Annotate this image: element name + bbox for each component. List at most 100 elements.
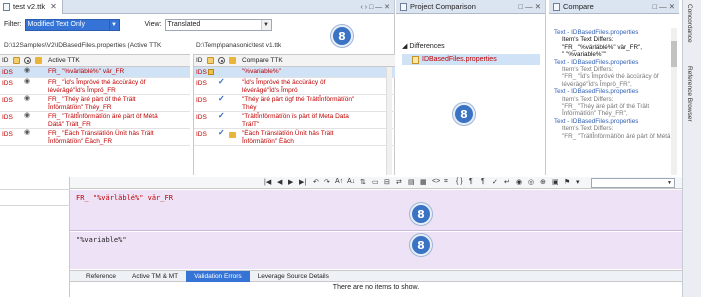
compare-result-text: "FR_ "TrältÎnförmätïön äré pärt öf Métä	[562, 132, 671, 140]
row-text: FR_ "TrältÎnförmätïön äré pärt öf Métä	[48, 113, 158, 120]
eye-options-icon[interactable]: ◎	[528, 178, 534, 186]
filter-icon[interactable]: ▾	[576, 178, 580, 186]
panel-controls[interactable]: □ — ✕	[519, 2, 545, 11]
tab-leverage-source-details[interactable]: Leverage Source Details	[250, 271, 337, 282]
format-icon[interactable]: ▤	[408, 178, 415, 186]
case-icon[interactable]: ⇅	[360, 178, 366, 186]
panel-controls[interactable]: □ — ✕	[653, 2, 679, 11]
eye-icon: ◉	[24, 78, 31, 85]
font-size-up-icon[interactable]: A↑	[335, 178, 343, 185]
compare-ttk-grid: ID Compare TTK IDS "%variable%" IDS ✓ "Ïd's …	[193, 54, 395, 175]
table-row[interactable]: IDS ◉ FR_ "Théy äré pärt öf thé Trält Înför…	[0, 95, 190, 112]
tab-active-tm-mt[interactable]: Active TM & MT	[124, 271, 186, 282]
row-id: IDS	[2, 69, 13, 76]
filter-dropdown[interactable]: Modified Text Only ▼	[24, 18, 120, 31]
table-row[interactable]: IDS ✓ "Théy äré pärt ögf thé TrältÎnförmät…	[194, 95, 395, 112]
divider	[0, 189, 70, 190]
row-text: FR_ "Théy äré pärt öf thé Trält	[48, 96, 136, 103]
compare-results-list: Text - IDBasedFiles.properties Item's Tex…	[552, 29, 671, 140]
next-segment-icon[interactable]: ▶	[288, 178, 293, 186]
font-size-down-icon[interactable]: A↓	[347, 178, 355, 185]
row-text: lévérägé"Ïd's Împrö_FR	[48, 87, 116, 94]
first-segment-icon[interactable]: |◀	[264, 178, 271, 186]
tab-reference[interactable]: Reference	[78, 271, 124, 282]
compare-result-link[interactable]: Text - IDBasedFiles.properties	[554, 59, 670, 66]
brackets-icon[interactable]: { }	[456, 178, 463, 185]
eye-icon: ◉	[24, 67, 31, 74]
tab-concordance[interactable]: Concordance	[686, 4, 693, 43]
table-row[interactable]: IDS ◉ FR_ "%värläblé%" vär_FR	[0, 67, 190, 78]
row-text: FR_ "%värläblé%" vär_FR	[48, 68, 125, 75]
row-id: IDS	[2, 97, 13, 104]
table-row[interactable]: IDS ◉ FR_ "Ïd's Împrövé thé äccüräcy öf lév…	[0, 78, 190, 95]
check-icon: ✓	[218, 111, 225, 120]
eye-icon: ◉	[24, 95, 31, 102]
compare-result-link[interactable]: Text - IDBasedFiles.properties	[554, 118, 670, 125]
toggle-icon[interactable]: ⇄	[396, 178, 402, 186]
triangle-down-icon: ◢	[402, 43, 408, 50]
table-row[interactable]: IDS ◉ FR_ "TrältÎnförmätïön äré pärt öf Mé…	[0, 112, 190, 129]
previous-segment-icon[interactable]: ◀	[277, 178, 282, 186]
panel-window-controls[interactable]: ‹ › □ — ✕	[360, 3, 394, 11]
compare-scroll-thumb[interactable]	[671, 41, 677, 67]
table-row[interactable]: IDS ✓ "TrältÎnförmätïön ïs pärt öf Meta Da…	[194, 112, 395, 129]
code-icon[interactable]: ⌗	[444, 178, 448, 186]
layout-icon[interactable]: ▭	[372, 178, 379, 186]
grid-header: ID Active TTK	[0, 55, 190, 67]
source-editor[interactable]: FR_ "%värläblé%" vär_FR	[70, 190, 682, 231]
tags-icon[interactable]: <>	[432, 178, 440, 185]
undo-icon[interactable]: ↶	[313, 178, 319, 186]
tab-test-v2[interactable]: test v2.ttk ✕	[0, 0, 63, 14]
redo-icon[interactable]: ↷	[324, 178, 330, 186]
row-id: IDS	[2, 80, 13, 87]
merge-icon[interactable]: ⊕	[540, 178, 546, 186]
left-row-list: IDS ◉ FR_ "%värläblé%" vär_FR IDS ◉ FR_ "Ïd's…	[0, 67, 190, 146]
compare-ttk-column-header[interactable]: Compare TTK	[242, 57, 283, 64]
id-column-header[interactable]: ID	[2, 57, 9, 64]
table-row[interactable]: IDS ◉ FR_ "Ëäch Tränslätïön Ünït häs Trält…	[0, 129, 190, 146]
compare-result-text: "FR_ "%värläblé%" vär_FR",	[562, 43, 642, 51]
flag-icon[interactable]: ⚑	[564, 178, 570, 186]
tab-validation-errors[interactable]: Validation Errors	[186, 270, 250, 282]
row-id: IDS	[196, 80, 207, 87]
columns-icon[interactable]: ▦	[420, 178, 427, 186]
compare-title: Compare	[563, 2, 594, 11]
diff-file-item[interactable]: IDBasedFiles.properties	[402, 54, 540, 65]
number-badge: 8	[410, 203, 432, 225]
eye-icon[interactable]: ◉	[516, 178, 522, 186]
lock-icon[interactable]: ▣	[552, 178, 559, 186]
target-editor[interactable]: "%variable%"	[70, 232, 682, 269]
project-comparison-title: Project Comparison	[410, 2, 476, 11]
check-icon: ✓	[218, 77, 225, 86]
compare-result-text: "FR_ "Ïd's Împrövé thé äccüräcy öf	[562, 73, 659, 81]
side-tab-strip: Concordance Reference Browser	[682, 0, 701, 297]
tag-icon[interactable]: ⊟	[384, 178, 390, 186]
compare-result-link[interactable]: Text - IDBasedFiles.properties	[554, 29, 670, 36]
show-formatting-icon[interactable]: ¶	[481, 178, 485, 185]
compare-result-link[interactable]: Text - IDBasedFiles.properties	[554, 88, 670, 95]
grid-scrollbar[interactable]	[386, 67, 392, 175]
right-path: D:\Temp\panasonic\test v1.ttk	[196, 42, 282, 49]
eye-icon	[24, 57, 31, 64]
table-row[interactable]: IDS ✓ "Ïd's Împrövé thé äccüräcy öf lévéräg…	[194, 78, 395, 95]
check-icon: ✓	[218, 94, 225, 103]
source-text: FR_ "%värläblé%" vär_FR	[76, 194, 173, 202]
row-id: IDS	[196, 69, 207, 76]
table-row[interactable]: IDS ✓ "Ëäch Tränslätïön Ünït häs Trält Înfö…	[194, 129, 395, 146]
search-dropdown[interactable]: ▼	[591, 178, 675, 188]
last-segment-icon[interactable]: ▶|	[299, 178, 306, 186]
close-icon[interactable]: ✕	[50, 2, 57, 11]
tab-reference-browser[interactable]: Reference Browser	[686, 66, 693, 122]
spell-check-icon[interactable]: ✓	[492, 178, 498, 186]
eye-icon	[218, 57, 225, 64]
pilcrow-icon[interactable]: ¶	[469, 178, 473, 185]
wrap-icon[interactable]: ↵	[504, 178, 510, 186]
active-ttk-column-header[interactable]: Active TTK	[48, 57, 80, 64]
document-icon	[3, 2, 10, 11]
differences-node[interactable]: ◢ Differences	[402, 42, 445, 50]
id-column-header[interactable]: ID	[196, 57, 203, 64]
compare-result-text: Item's Text Differs:	[562, 95, 614, 103]
view-dropdown[interactable]: Translated ▼	[164, 18, 272, 31]
tab-title: test v2.ttk	[13, 2, 46, 11]
bottom-tab-bar: Reference Active TM & MT Validation Erro…	[70, 270, 682, 282]
